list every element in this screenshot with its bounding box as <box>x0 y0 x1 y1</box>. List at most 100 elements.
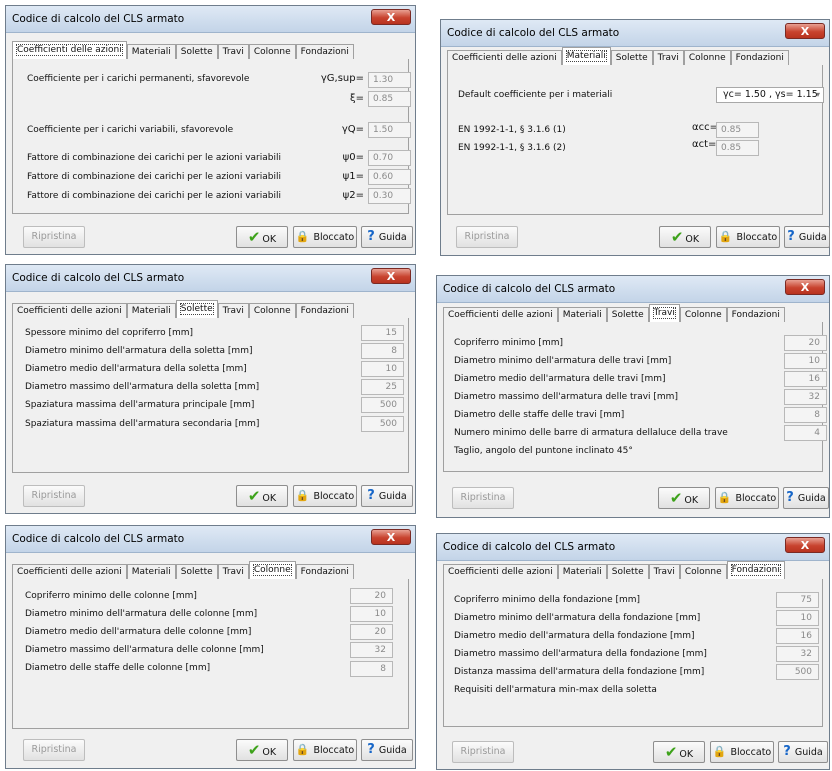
ok-button[interactable]: ✔ OK <box>653 741 705 763</box>
title-bar[interactable]: Codice di calcolo del CLS armato X <box>6 6 415 33</box>
value-field[interactable]: 500 <box>776 664 819 680</box>
tab-solette[interactable]: Solette <box>606 307 649 322</box>
reset-button[interactable]: Ripristina <box>452 487 514 509</box>
tab-solette[interactable]: Solette <box>175 44 218 59</box>
close-button[interactable]: X <box>785 537 825 553</box>
value-field[interactable]: 500 <box>361 397 404 413</box>
tab-travi[interactable]: Travi <box>217 303 249 318</box>
value-field[interactable]: 0.85 <box>716 140 759 156</box>
tab-travi[interactable]: Travi <box>648 564 680 579</box>
value-field[interactable]: 0.30 <box>368 188 411 204</box>
help-button[interactable]: ? Guida <box>361 739 413 761</box>
value-field[interactable]: 75 <box>776 592 819 608</box>
locked-button[interactable]: 🔒 Bloccato <box>293 739 357 761</box>
tab-coefficienti[interactable]: Coefficienti delle azioni <box>443 564 558 579</box>
value-field[interactable]: 0.60 <box>368 169 411 185</box>
value-field[interactable]: 16 <box>776 628 819 644</box>
tab-fondazioni[interactable]: Fondazioni <box>295 303 354 318</box>
value-field[interactable]: 25 <box>361 379 404 395</box>
reset-button[interactable]: Ripristina <box>456 226 518 248</box>
value-field[interactable]: 16 <box>784 371 827 387</box>
tab-fondazioni[interactable]: Fondazioni <box>295 564 354 579</box>
reset-button[interactable]: Ripristina <box>452 741 514 763</box>
close-button[interactable]: X <box>785 23 825 39</box>
value-field[interactable]: 10 <box>776 610 819 626</box>
tab-materiali[interactable]: Materiali <box>557 564 607 579</box>
value-field[interactable]: 8 <box>350 661 393 677</box>
title-bar[interactable]: Codice di calcolo del CLS armato X <box>6 526 415 553</box>
value-field[interactable]: 10 <box>784 353 827 369</box>
help-button[interactable]: ? Guida <box>784 226 830 248</box>
tab-materiali[interactable]: Materiali <box>126 44 176 59</box>
value-field[interactable]: 1.30 <box>368 72 411 88</box>
tab-fondazioni[interactable]: Fondazioni <box>726 307 785 322</box>
help-button[interactable]: ? Guida <box>783 487 829 509</box>
tab-materiali[interactable]: Materiali <box>561 47 611 65</box>
tab-materiali[interactable]: Materiali <box>126 564 176 579</box>
tab-fondazioni[interactable]: Fondazioni <box>726 561 785 579</box>
close-button[interactable]: X <box>785 279 825 295</box>
tab-fondazioni[interactable]: Fondazioni <box>295 44 354 59</box>
locked-button[interactable]: 🔒 Bloccato <box>716 226 780 248</box>
help-button[interactable]: ? Guida <box>361 226 413 248</box>
tab-materiali[interactable]: Materiali <box>557 307 607 322</box>
value-field[interactable]: 20 <box>350 588 393 604</box>
tab-solette[interactable]: Solette <box>606 564 649 579</box>
value-field[interactable]: 4 <box>784 425 827 441</box>
tab-colonne[interactable]: Colonne <box>679 307 727 322</box>
tab-coefficienti[interactable]: Coefficienti delle azioni <box>12 303 127 318</box>
value-field[interactable]: 0.85 <box>716 122 759 138</box>
value-field[interactable]: 500 <box>361 416 404 432</box>
value-field[interactable]: 1.50 <box>368 122 411 138</box>
tab-colonne[interactable]: Colonne <box>248 561 296 579</box>
reset-button[interactable]: Ripristina <box>23 739 85 761</box>
tab-materiali[interactable]: Materiali <box>126 303 176 318</box>
title-bar[interactable]: Codice di calcolo del CLS armato X <box>437 276 829 303</box>
close-button[interactable]: X <box>371 268 411 284</box>
tab-travi[interactable]: Travi <box>217 564 249 579</box>
title-bar[interactable]: Codice di calcolo del CLS armato X <box>437 534 829 561</box>
value-field[interactable]: 32 <box>350 642 393 658</box>
tab-coefficienti[interactable]: Coefficienti delle azioni <box>443 307 558 322</box>
locked-button[interactable]: 🔒 Bloccato <box>715 487 779 509</box>
tab-coefficienti[interactable]: Coefficienti delle azioni <box>12 41 127 59</box>
tab-travi[interactable]: Travi <box>217 44 249 59</box>
ok-button[interactable]: ✔ OK <box>236 485 288 507</box>
title-bar[interactable]: Codice di calcolo del CLS armato X <box>6 265 415 292</box>
ok-button[interactable]: ✔ OK <box>236 739 288 761</box>
value-field[interactable]: 0.85 <box>368 91 411 107</box>
close-button[interactable]: X <box>371 9 411 25</box>
value-field[interactable]: 20 <box>784 335 827 351</box>
value-field[interactable]: 15 <box>361 325 404 341</box>
reset-button[interactable]: Ripristina <box>23 485 85 507</box>
tab-colonne[interactable]: Colonne <box>683 50 731 65</box>
ok-button[interactable]: ✔ OK <box>659 226 711 248</box>
reset-button[interactable]: Ripristina <box>23 226 85 248</box>
locked-button[interactable]: 🔒 Bloccato <box>710 741 774 763</box>
locked-button[interactable]: 🔒 Bloccato <box>293 485 357 507</box>
value-field[interactable]: 10 <box>361 361 404 377</box>
tab-solette[interactable]: Solette <box>175 564 218 579</box>
help-button[interactable]: ? Guida <box>778 741 828 763</box>
locked-button[interactable]: 🔒 Bloccato <box>293 226 357 248</box>
value-field[interactable]: 10 <box>350 606 393 622</box>
title-bar[interactable]: Codice di calcolo del CLS armato X <box>441 20 829 47</box>
tab-coefficienti[interactable]: Coefficienti delle azioni <box>12 564 127 579</box>
material-coefficient-select[interactable]: γc= 1.50 , γs= 1.15 ▾ <box>716 87 824 103</box>
value-field[interactable]: 20 <box>350 624 393 640</box>
tab-fondazioni[interactable]: Fondazioni <box>730 50 789 65</box>
ok-button[interactable]: ✔ OK <box>658 487 710 509</box>
value-field[interactable]: 8 <box>784 407 827 423</box>
close-button[interactable]: X <box>371 529 411 545</box>
ok-button[interactable]: ✔ OK <box>236 226 288 248</box>
tab-solette[interactable]: Solette <box>175 300 218 318</box>
value-field[interactable]: 0.70 <box>368 150 411 166</box>
value-field[interactable]: 32 <box>784 389 827 405</box>
value-field[interactable]: 8 <box>361 343 404 359</box>
tab-colonne[interactable]: Colonne <box>248 303 296 318</box>
tab-colonne[interactable]: Colonne <box>248 44 296 59</box>
tab-travi[interactable]: Travi <box>648 304 680 322</box>
tab-travi[interactable]: Travi <box>652 50 684 65</box>
tab-colonne[interactable]: Colonne <box>679 564 727 579</box>
help-button[interactable]: ? Guida <box>361 485 413 507</box>
